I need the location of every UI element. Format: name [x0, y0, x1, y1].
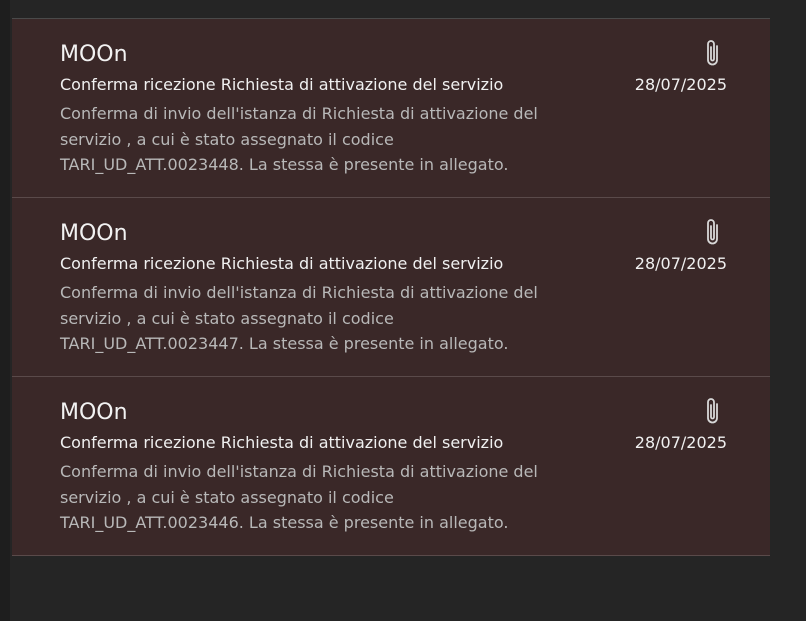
message-sender: MOOn [60, 221, 128, 246]
message-item[interactable]: MOOn Conferma ricezione Richiesta di att… [12, 198, 770, 377]
message-date: 28/07/2025 [634, 75, 727, 94]
paperclip-icon [707, 219, 718, 245]
message-item[interactable]: MOOn Conferma ricezione Richiesta di att… [12, 377, 770, 556]
message-list: MOOn Conferma ricezione Richiesta di att… [12, 18, 770, 556]
message-date: 28/07/2025 [634, 254, 727, 273]
paperclip-icon [707, 398, 718, 424]
message-item[interactable]: MOOn Conferma ricezione Richiesta di att… [12, 19, 770, 198]
message-sender: MOOn [60, 42, 128, 67]
left-panel-edge [0, 0, 10, 621]
message-subject: Conferma ricezione Richiesta di attivazi… [60, 433, 504, 452]
message-preview: Conferma di invio dell'istanza di Richie… [60, 104, 538, 174]
message-subject: Conferma ricezione Richiesta di attivazi… [60, 254, 504, 273]
message-subject: Conferma ricezione Richiesta di attivazi… [60, 75, 504, 94]
paperclip-icon [707, 40, 718, 66]
message-sender: MOOn [60, 400, 128, 425]
message-preview: Conferma di invio dell'istanza di Richie… [60, 462, 538, 532]
message-date: 28/07/2025 [634, 433, 727, 452]
message-preview: Conferma di invio dell'istanza di Richie… [60, 283, 538, 353]
